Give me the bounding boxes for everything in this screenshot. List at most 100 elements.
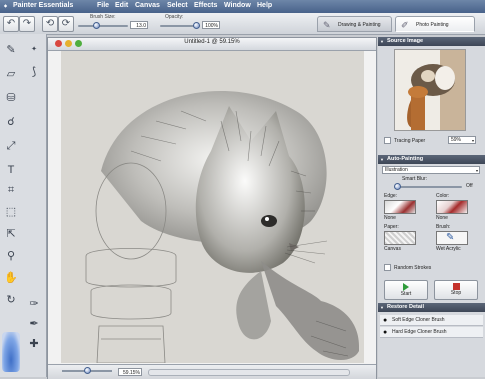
brush-variant-a-icon[interactable]: ✑ — [26, 296, 42, 312]
style-select[interactable]: Illustration ▾ — [382, 166, 480, 174]
text-tool-icon[interactable]: T — [3, 162, 19, 178]
style-value: Illustration — [385, 167, 408, 173]
grabber-tool-icon[interactable]: ✋ — [3, 270, 19, 286]
menu-effects[interactable]: Effects — [194, 2, 217, 9]
hard-edge-cloner-item[interactable]: ● Hard Edge Cloner Brush — [380, 327, 483, 338]
soft-edge-cloner-item[interactable]: ● Soft Edge Cloner Brush — [380, 315, 483, 326]
color-swatch[interactable] — [436, 200, 468, 214]
painting-canvas[interactable] — [61, 51, 364, 363]
random-strokes-checkbox[interactable] — [384, 264, 391, 271]
soft-edge-cloner-label: Soft Edge Cloner Brush — [392, 317, 445, 323]
tab-drawing-painting[interactable]: ✎ Drawing & Painting — [317, 16, 392, 32]
smart-blur-slider[interactable] — [394, 183, 462, 190]
brush-size-label: Brush Size: — [90, 14, 116, 20]
start-label: Start — [400, 291, 412, 297]
tracing-zoom-value: 59% — [451, 137, 462, 143]
source-image-thumbnail — [394, 49, 466, 131]
toolbox: ✎ ✦ ▱ ⟆ ⛁ ☌ ⤢ T ⌗ ⬚ ⇱ ⚲ ✋ ↻ ✑ ✒ ✚ — [0, 34, 47, 377]
paintbrush-icon: ✎ — [323, 20, 331, 30]
document-title-bar: Untitled-1 @ 59.15% — [48, 38, 376, 51]
document-window: Untitled-1 @ 59.15% 59.15% — [47, 37, 377, 379]
dropper-tool-icon[interactable]: ⤢ — [3, 138, 19, 154]
soft-brush-dot-icon: ● — [383, 317, 388, 324]
hard-brush-dot-icon: ● — [383, 329, 388, 336]
random-strokes-label: Random Strokes — [394, 265, 432, 271]
tracing-zoom-select[interactable]: 59% ▾ — [448, 136, 476, 144]
source-image-header[interactable]: Source Image — [378, 37, 485, 46]
color-label: Color: — [436, 193, 450, 199]
menu-help[interactable]: Help — [257, 2, 272, 9]
crop-tool-icon[interactable]: ⌗ — [3, 182, 19, 198]
zoom-slider[interactable] — [62, 367, 112, 374]
horizontal-scrollbar[interactable] — [148, 369, 350, 376]
stop-icon — [452, 283, 460, 290]
menu-select[interactable]: Select — [167, 2, 188, 9]
hard-edge-cloner-label: Hard Edge Cloner Brush — [392, 329, 447, 335]
wet-acrylic-brush-icon: ✎ — [446, 232, 455, 243]
opacity-slider[interactable] — [160, 22, 200, 29]
tracing-paper-label: Tracing Paper — [394, 138, 426, 144]
property-bar: ↶ ↷ ⟲ ⟳ Brush Size: 13.0 Opacity: 100% ✎… — [0, 13, 485, 35]
right-panel-column: Source Image Tracing Paper 59% ▾ Auto-Pa… — [378, 37, 485, 377]
smart-blur-value: Off — [466, 183, 473, 189]
reset-tool-icon[interactable]: ⟳ — [58, 16, 74, 32]
auto-painting-header[interactable]: Auto-Painting — [378, 155, 485, 164]
document-title: Untitled-1 @ 59.15% — [184, 39, 240, 45]
chevron-down-icon: ▾ — [475, 168, 478, 173]
redo-icon[interactable]: ↷ — [19, 16, 35, 32]
transform-tool-icon[interactable]: ⇱ — [3, 226, 19, 242]
edge-swatch[interactable] — [384, 200, 416, 214]
color-value: None — [436, 215, 448, 221]
opacity-label: Opacity: — [165, 14, 184, 20]
restore-detail-header[interactable]: Restore Detail — [378, 303, 485, 312]
add-brush-icon[interactable]: ✚ — [26, 336, 42, 352]
tab-photo-painting[interactable]: ✐ Photo Painting — [395, 16, 475, 32]
source-photo — [395, 50, 465, 130]
menu-window[interactable]: Window — [224, 2, 251, 9]
brush-variant-b-icon[interactable]: ✒ — [26, 316, 42, 332]
brush-label: Brush: — [436, 224, 451, 230]
menu-app-name[interactable]: Painter Essentials — [13, 2, 73, 9]
chevron-down-icon: ▾ — [471, 138, 474, 143]
stop-button[interactable]: Stop — [434, 280, 478, 300]
tracing-paper-checkbox[interactable] — [384, 137, 391, 144]
brush-variant-icon[interactable]: ⟲ — [42, 16, 58, 32]
edge-label: Edge: — [384, 193, 398, 199]
zoom-slider-knob[interactable] — [84, 367, 91, 374]
nudge-icon[interactable]: ✦ — [26, 42, 42, 58]
brush-value: Wet Acrylic — [436, 246, 461, 252]
menu-edit[interactable]: Edit — [115, 2, 128, 9]
menu-file[interactable]: File — [97, 2, 109, 9]
play-icon — [403, 283, 409, 291]
brush-size-knob[interactable] — [93, 22, 100, 29]
rotate-page-icon[interactable]: ↻ — [3, 292, 19, 308]
opacity-value[interactable]: 100% — [202, 21, 220, 29]
photo-brush-icon: ✐ — [401, 20, 409, 30]
opacity-knob[interactable] — [193, 22, 200, 29]
undo-icon[interactable]: ↶ — [3, 16, 19, 32]
paper-label: Paper: — [384, 224, 399, 230]
smart-blur-label: Smart Blur: — [402, 176, 428, 182]
paper-swatch[interactable] — [384, 231, 416, 245]
edge-value: None — [384, 215, 396, 221]
brush-size-slider[interactable] — [78, 22, 128, 29]
zoom-value[interactable]: 59.15% — [118, 368, 142, 376]
paper-value: Canvas — [384, 246, 401, 252]
brush-tool-icon[interactable]: ✎ — [3, 42, 19, 58]
brush-size-value[interactable]: 13.0 — [130, 21, 148, 29]
smart-blur-knob[interactable] — [394, 183, 401, 190]
paint-bucket-icon[interactable]: ⛁ — [3, 90, 19, 106]
brush-swatch[interactable]: ✎ — [436, 231, 468, 245]
start-button[interactable]: Start — [384, 280, 428, 300]
sketch-artwork — [61, 51, 364, 363]
tab-photo-painting-label: Photo Painting — [416, 22, 449, 28]
eraser-tool-icon[interactable]: ▱ — [3, 66, 19, 82]
smudge-tool-icon[interactable]: ☌ — [3, 114, 19, 130]
menu-bar: ◆ Painter Essentials File Edit Canvas Se… — [0, 0, 485, 13]
menu-canvas[interactable]: Canvas — [135, 2, 160, 9]
stop-label: Stop — [450, 290, 462, 296]
cloner-tool-icon[interactable]: ⟆ — [26, 64, 42, 80]
zoom-tool-icon[interactable]: ⚲ — [3, 248, 19, 264]
color-well[interactable] — [2, 332, 20, 372]
rect-select-icon[interactable]: ⬚ — [3, 204, 19, 220]
